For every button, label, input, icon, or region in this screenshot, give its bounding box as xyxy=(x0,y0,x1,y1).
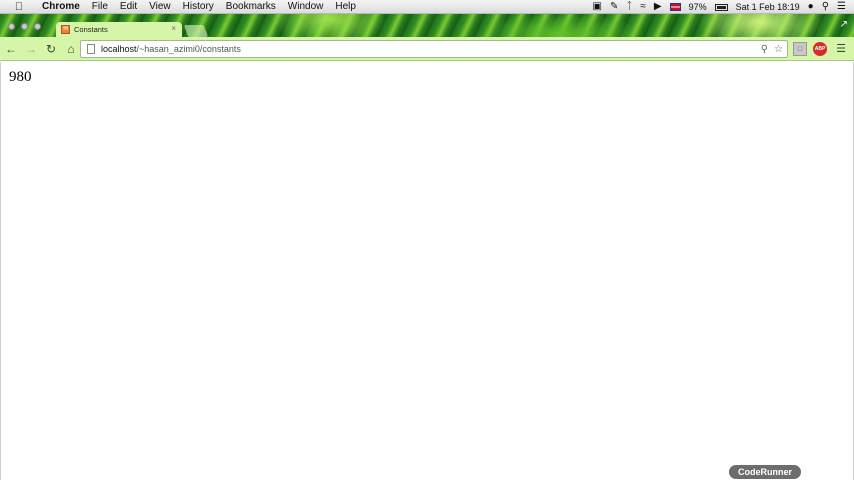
extension-icon[interactable]: □ xyxy=(793,42,807,56)
menu-view[interactable]: View xyxy=(149,0,171,14)
menu-help[interactable]: Help xyxy=(335,0,356,14)
spotlight-search-icon[interactable]: ⚲ xyxy=(822,0,829,14)
back-arrow-icon[interactable]: ← xyxy=(2,40,20,58)
tab-constants[interactable]: ✉ Constants × xyxy=(56,22,182,37)
reload-icon[interactable]: ↻ xyxy=(42,40,60,58)
notification-center-icon[interactable]: ☰ xyxy=(837,0,846,14)
menu-window[interactable]: Window xyxy=(288,0,324,14)
uk-flag-icon[interactable] xyxy=(669,3,681,11)
tab-favicon-icon: ✉ xyxy=(61,25,70,34)
menu-bookmarks[interactable]: Bookmarks xyxy=(226,0,276,14)
tab-strip: ✉ Constants × ↗ xyxy=(0,14,854,37)
coderunner-watermark: CodeRunner xyxy=(729,465,801,479)
bluetooth-icon[interactable]: ᛏ xyxy=(626,0,632,14)
menu-history[interactable]: History xyxy=(183,0,214,14)
new-tab-button[interactable] xyxy=(183,25,209,37)
url-host: localhost xyxy=(101,44,137,54)
fullscreen-icon[interactable]: ↗ xyxy=(840,19,848,30)
menu-edit[interactable]: Edit xyxy=(120,0,137,14)
forward-arrow-icon[interactable]: → xyxy=(22,40,40,58)
home-icon[interactable]: ⌂ xyxy=(62,40,80,58)
user-icon[interactable]: ● xyxy=(808,0,814,14)
tab-title: Constants xyxy=(74,25,108,34)
menu-app-chrome[interactable]: Chrome xyxy=(42,0,80,14)
apple-menu-icon[interactable]:  xyxy=(12,1,26,13)
camera-icon[interactable]: ▣ xyxy=(593,0,602,14)
wifi-icon[interactable]: ≈ xyxy=(640,0,646,14)
menu-bar:  Chrome File Edit View History Bookmark… xyxy=(0,0,854,14)
window-zoom-button[interactable] xyxy=(34,23,41,30)
address-bar[interactable]: localhost /~hasan_azimi0/constants ⚲ ☆ xyxy=(80,40,788,58)
menu-file[interactable]: File xyxy=(92,0,108,14)
tab-close-icon[interactable]: × xyxy=(171,24,176,33)
adblock-plus-icon[interactable]: ABP xyxy=(813,42,827,56)
clock[interactable]: Sat 1 Feb 18:19 xyxy=(736,2,800,12)
battery-icon[interactable] xyxy=(714,3,728,11)
zoom-magnifier-icon[interactable]: ⚲ xyxy=(761,44,768,55)
chrome-menu-icon[interactable]: ☰ xyxy=(834,42,848,56)
battery-percent[interactable]: 97% xyxy=(689,2,707,12)
window-close-button[interactable] xyxy=(8,23,15,30)
bookmark-star-icon[interactable]: ☆ xyxy=(774,44,783,55)
pen-icon[interactable]: ✎ xyxy=(610,0,618,14)
volume-icon[interactable]: ▶ xyxy=(654,0,662,14)
browser-toolbar: ← → ↻ ⌂ localhost /~hasan_azimi0/constan… xyxy=(0,37,854,61)
url-path: /~hasan_azimi0/constants xyxy=(136,44,241,54)
page-icon xyxy=(87,44,95,54)
status-area: ▣ ✎ ᛏ ≈ ▶ 97% Sat 1 Feb 18:19 ● ⚲ ☰ xyxy=(593,0,846,14)
page-content: 980 xyxy=(0,62,854,480)
window-minimize-button[interactable] xyxy=(21,23,28,30)
page-output-text: 980 xyxy=(9,69,32,85)
